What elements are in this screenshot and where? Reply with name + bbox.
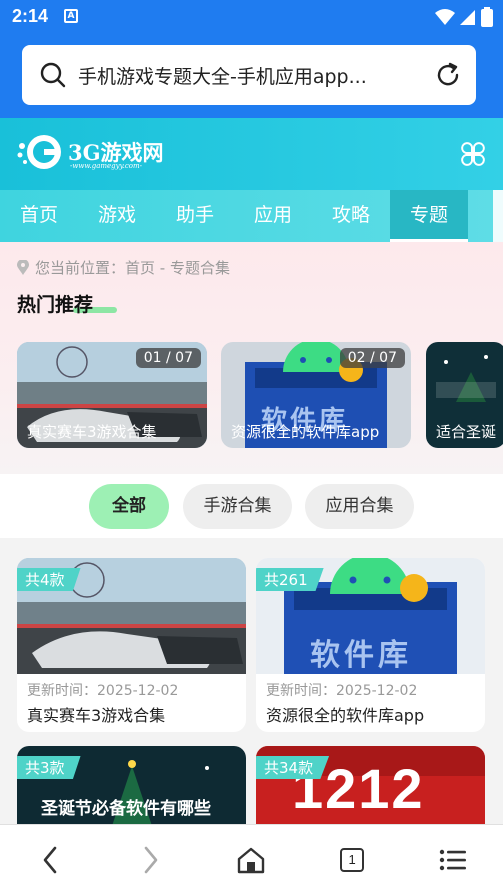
count-badge: 共3款 xyxy=(17,756,81,779)
collection-card[interactable]: 圣诞节必备软件有哪些 共3款 xyxy=(17,746,246,836)
hot-slide[interactable]: 适合圣诞 xyxy=(426,342,503,448)
nav-helper[interactable]: 助手 xyxy=(156,190,234,242)
card-thumbnail: 1212 共34款 xyxy=(256,746,485,836)
tabs-button[interactable]: 1 xyxy=(332,840,372,880)
tab-count: 1 xyxy=(348,851,356,867)
site-header: 3G游戏网 -www.gamegyy.com- xyxy=(0,118,503,190)
hot-title: 热门推荐 xyxy=(17,290,117,317)
nav-apps[interactable]: 应用 xyxy=(234,190,312,242)
chevron-right-icon xyxy=(144,846,158,873)
system-icons xyxy=(435,7,493,27)
nav-scroll-edge xyxy=(493,190,503,242)
chevron-left-icon xyxy=(43,846,57,873)
notification-a-icon: A xyxy=(64,9,78,23)
nav-topics[interactable]: 专题 xyxy=(390,190,468,242)
update-date: 更新时间：2025-12-02 xyxy=(27,683,179,699)
menu-button[interactable] xyxy=(433,840,473,880)
search-icon xyxy=(40,62,66,88)
filter-bar: 全部 手游合集 应用合集 xyxy=(0,474,503,538)
menu-list-icon xyxy=(439,849,466,870)
nav-guides[interactable]: 攻略 xyxy=(312,190,390,242)
address-bar[interactable]: 手机游戏专题大全-手机应用app... xyxy=(22,45,476,105)
back-button[interactable] xyxy=(30,840,70,880)
wifi-icon xyxy=(435,9,455,25)
banner-text: 圣诞节必备软件有哪些 xyxy=(41,799,211,819)
collection-card[interactable]: 软件库 共261 更新时间：2025-12-02 资源很全的软件库app xyxy=(256,558,485,732)
collection-card[interactable]: 1212 共34款 xyxy=(256,746,485,836)
slide-counter: 02 / 07 xyxy=(339,348,405,368)
forward-button[interactable] xyxy=(131,840,171,880)
filter-all[interactable]: 全部 xyxy=(89,484,169,529)
card-thumbnail: 圣诞节必备软件有哪些 共3款 xyxy=(17,746,246,836)
status-bar: 2:14 A xyxy=(0,0,503,34)
hot-section: 您当前位置：首页 - 专题合集 热门推荐 01 / 07 真实赛车3游戏合集 软… xyxy=(0,242,503,474)
hot-title-text: 热门推荐 xyxy=(17,294,94,316)
status-time: 2:14 xyxy=(12,6,49,26)
slide-caption: 适合圣诞 xyxy=(436,423,497,441)
slide-caption: 资源很全的软件库app xyxy=(231,423,380,441)
filter-mobile-games[interactable]: 手游合集 xyxy=(183,484,292,529)
slide-caption: 真实赛车3游戏合集 xyxy=(27,423,157,441)
card-thumbnail: 软件库 共261 xyxy=(256,558,485,674)
collection-card[interactable]: 共4款 更新时间：2025-12-02 真实赛车3游戏合集 xyxy=(17,558,246,732)
browser-bottom-bar: 1 xyxy=(0,824,503,894)
update-date: 更新时间：2025-12-02 xyxy=(266,683,418,699)
nav-home[interactable]: 首页 xyxy=(0,190,78,242)
card-title: 资源很全的软件库app xyxy=(266,706,425,725)
site-logo[interactable]: 3G游戏网 -www.gamegyy.com- xyxy=(16,132,164,172)
menu-clover-icon[interactable] xyxy=(459,140,487,168)
software-library-logo-text: 软件库 xyxy=(310,638,412,673)
main-nav: 首页 游戏 助手 应用 攻略 专题 xyxy=(0,190,503,242)
home-icon xyxy=(238,847,265,873)
browser-toolbar: 手机游戏专题大全-手机应用app... xyxy=(0,34,503,118)
breadcrumb-text: 您当前位置：首页 - 专题合集 xyxy=(35,259,230,277)
breadcrumb: 您当前位置：首页 - 专题合集 xyxy=(17,257,230,278)
reload-icon[interactable] xyxy=(434,61,462,89)
slide-counter: 01 / 07 xyxy=(135,348,201,368)
card-thumbnail: 共4款 xyxy=(17,558,246,674)
home-button[interactable] xyxy=(231,840,271,880)
filter-app-collections[interactable]: 应用合集 xyxy=(305,484,414,529)
card-title: 真实赛车3游戏合集 xyxy=(27,706,166,725)
hot-slide[interactable]: 01 / 07 真实赛车3游戏合集 xyxy=(17,342,207,448)
signal-icon xyxy=(460,10,475,25)
site-domain: -www.gamegyy.com- xyxy=(70,162,142,170)
count-badge: 共4款 xyxy=(17,568,81,591)
count-badge: 共261 xyxy=(256,568,324,591)
location-pin-icon xyxy=(17,260,29,275)
count-badge: 共34款 xyxy=(256,756,330,779)
battery-icon xyxy=(481,7,493,27)
nav-games[interactable]: 游戏 xyxy=(78,190,156,242)
url-text[interactable]: 手机游戏专题大全-手机应用app... xyxy=(78,62,418,89)
tabs-icon: 1 xyxy=(340,847,365,872)
logo-mark-icon xyxy=(17,135,61,169)
hot-slide[interactable]: 软件库 02 / 07 资源很全的软件库app xyxy=(221,342,411,448)
